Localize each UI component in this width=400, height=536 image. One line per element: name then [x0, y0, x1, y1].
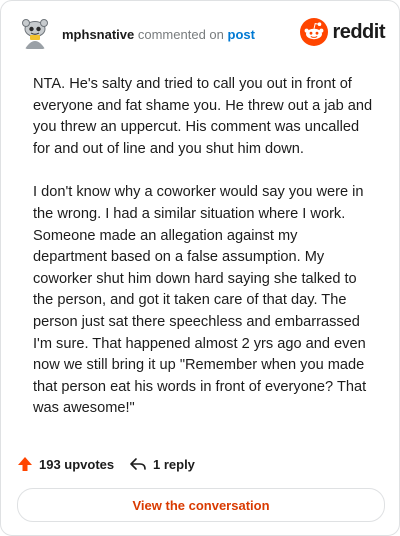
comment-paragraph-1: NTA. He's salty and tried to call you ou… — [33, 76, 373, 157]
snoo-avatar-icon — [17, 15, 53, 51]
comment-card: mphsnative commented on post reddit NTA.… — [0, 0, 400, 536]
reddit-logo-icon — [300, 18, 329, 46]
reply-count-label: 1 reply — [153, 456, 195, 472]
post-link[interactable]: post — [228, 27, 255, 42]
comment-paragraph-2: I don't know why a coworker would say yo… — [33, 184, 367, 417]
reddit-wordmark: reddit — [332, 20, 385, 43]
username-link[interactable]: mphsnative — [62, 27, 134, 42]
comment-footer: 193 upvotes 1 reply — [17, 453, 385, 477]
view-conversation-button[interactable]: View the conversation — [17, 488, 385, 522]
reddit-brand[interactable]: reddit — [300, 17, 385, 47]
comment-meta: mphsnative commented on post — [62, 27, 255, 43]
reply-count[interactable]: 1 reply — [129, 453, 195, 475]
upvote-count[interactable]: 193 upvotes — [17, 453, 114, 475]
comment-body: NTA. He's salty and tried to call you ou… — [33, 74, 373, 442]
commented-on-text: commented on — [137, 27, 224, 42]
reply-arrow-icon — [130, 458, 146, 470]
upvote-arrow-icon — [18, 457, 32, 471]
comment-header: mphsnative commented on post reddit — [17, 15, 385, 55]
avatar[interactable] — [17, 15, 53, 51]
upvote-count-label: 193 upvotes — [39, 456, 115, 472]
